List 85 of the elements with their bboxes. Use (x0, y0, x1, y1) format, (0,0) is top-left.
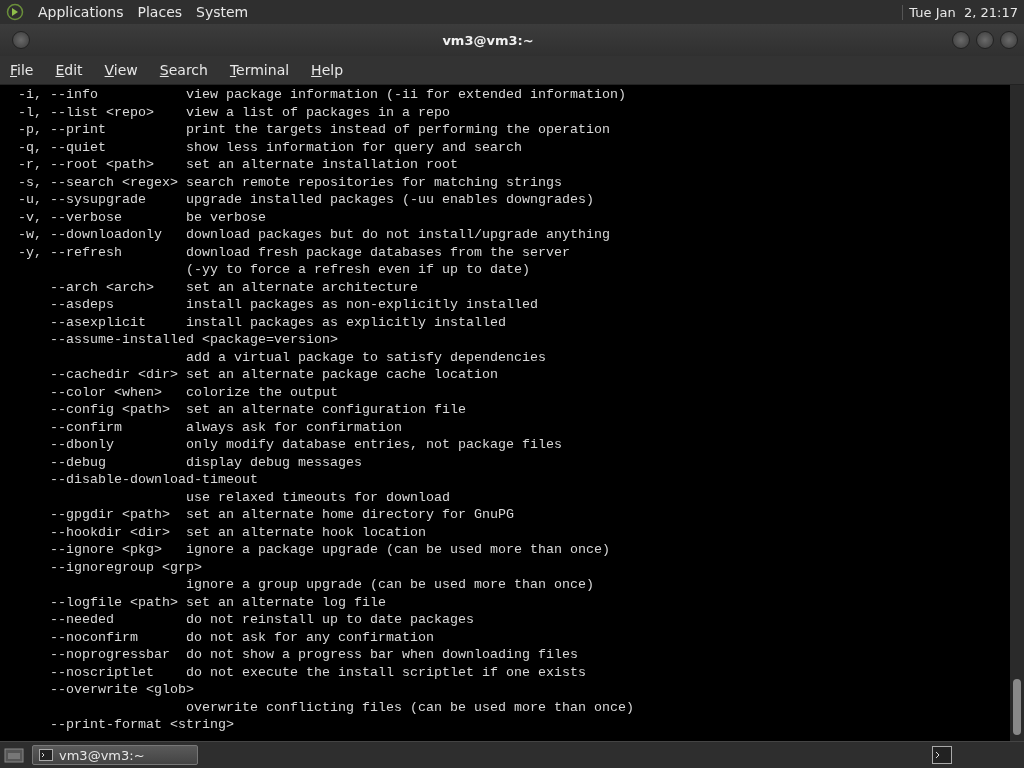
description-text: display debug messages (186, 453, 362, 471)
description-text: ignore a package upgrade (can be used more than once) (186, 541, 610, 559)
option-text: -s, --search <regex> (18, 173, 179, 191)
menu-item[interactable]: View (104, 62, 138, 78)
option-text: --config <path> (49, 401, 171, 419)
option-text: -q, --quiet (18, 138, 107, 156)
panel-menu[interactable]: Applications (38, 4, 124, 20)
description-text: set an alternate configuration file (186, 401, 466, 419)
menu-item[interactable]: Help (311, 62, 344, 78)
option-text: -p, --print (18, 121, 107, 139)
description-text: be verbose (186, 208, 266, 226)
menu-item[interactable]: File (10, 62, 34, 78)
menu-item[interactable]: Edit (55, 62, 83, 78)
panel-menu[interactable]: System (196, 4, 249, 20)
description-text: set an alternate architecture (186, 278, 418, 296)
option-text: --cachedir <dir> (49, 366, 179, 384)
logo-icon[interactable] (6, 3, 24, 21)
description-text: set an alternate package cache location (186, 366, 498, 384)
option-text: --overwrite <glob> (49, 681, 194, 699)
description-text: set an alternate home directory for GnuPG (186, 506, 514, 524)
description-text: ignore a group upgrade (can be used more than once) (186, 576, 594, 594)
option-text: --ignore <pkg> (49, 541, 163, 559)
option-text: -y, --refresh (18, 243, 123, 261)
description-text: view a list of packages in a repo (186, 103, 450, 121)
description-text: set an alternate installation root (186, 156, 458, 174)
description-text: (-yy to force a refresh even if up to date) (186, 261, 530, 279)
option-text: --hookdir <dir> (49, 523, 171, 541)
option-text: --gpgdir <path> (49, 506, 171, 524)
menu-item[interactable]: Search (159, 62, 208, 78)
description-text: print the targets instead of performing the operation (186, 121, 610, 139)
description-text: download packages but do not install/upgrade anything (186, 226, 610, 244)
description-text: set an alternate log file (186, 593, 386, 611)
close-button[interactable] (1000, 31, 1018, 49)
option-text: -i, --info (18, 86, 99, 104)
description-text: search remote repositories for matching strings (186, 173, 562, 191)
description-text: do not reinstall up to date packages (186, 611, 474, 629)
desktop-icon[interactable] (4, 747, 24, 763)
option-text: --dbonly (49, 436, 115, 454)
option-text: --assume-installed <package=version> (49, 331, 338, 349)
description-text: show less information for query and search (186, 138, 522, 156)
option-text: --noscriptlet (49, 663, 155, 681)
description-text: use relaxed timeouts for download (186, 488, 450, 506)
description-text: colorize the output (186, 383, 338, 401)
description-text: overwrite conflicting files (can be used more than once) (186, 698, 634, 716)
terminal-icon[interactable] (932, 746, 952, 764)
option-text: --asdeps (49, 296, 115, 314)
clock[interactable]: Tue Jan 2, 21:17 (902, 4, 1018, 20)
panel-menu[interactable]: Places (137, 4, 183, 20)
option-text: --color <when> (49, 383, 163, 401)
window-menu-icon[interactable] (12, 31, 30, 49)
description-text: download fresh package databases from the server (186, 243, 570, 261)
description-text: set an alternate hook location (186, 523, 426, 541)
description-text: do not ask for any confirmation (186, 628, 434, 646)
taskbar-button[interactable]: vm3@vm3:~ (32, 745, 198, 765)
option-text: --disable-download-timeout (49, 471, 258, 489)
description-text: install packages as explicitly installed (186, 313, 506, 331)
option-text: -u, --sysupgrade (18, 191, 147, 209)
option-text: --noconfirm (49, 628, 139, 646)
description-text: install packages as non-explicitly installed (186, 296, 538, 314)
description-text: do not execute the install scriptlet if one exists (186, 663, 586, 681)
option-text: --arch <arch> (49, 278, 155, 296)
option-text: --logfile <path> (49, 593, 179, 611)
scrollbar[interactable] (1010, 85, 1024, 741)
minimize-button[interactable] (952, 31, 970, 49)
option-text: --asexplicit (49, 313, 147, 331)
option-text: --print-format <string> (49, 716, 234, 734)
maximize-button[interactable] (976, 31, 994, 49)
option-text: --ignoregroup <grp> (49, 558, 202, 576)
description-text: add a virtual package to satisfy dependencies (186, 348, 546, 366)
option-text: -w, --downloadonly (18, 226, 163, 244)
menu-item[interactable]: Terminal (229, 62, 290, 78)
option-text: -r, --root <path> (18, 156, 155, 174)
option-text: --needed (49, 611, 115, 629)
terminal-icon (39, 749, 53, 761)
description-text: upgrade installed packages (-uu enables downgrades) (186, 191, 594, 209)
option-text: --noprogressbar (49, 646, 171, 664)
description-text: only modify database entries, not package files (186, 436, 562, 454)
description-text: always ask for confirmation (186, 418, 402, 436)
option-text: -l, --list <repo> (18, 103, 155, 121)
option-text: --confirm (49, 418, 123, 436)
window-title: vm3@vm3:~ (441, 32, 535, 48)
description-text: do not show a progress bar when downloading files (186, 646, 578, 664)
description-text: view package information (-ii for extended information) (186, 86, 626, 104)
option-text: -v, --verbose (18, 208, 123, 226)
option-text: --debug (49, 453, 107, 471)
